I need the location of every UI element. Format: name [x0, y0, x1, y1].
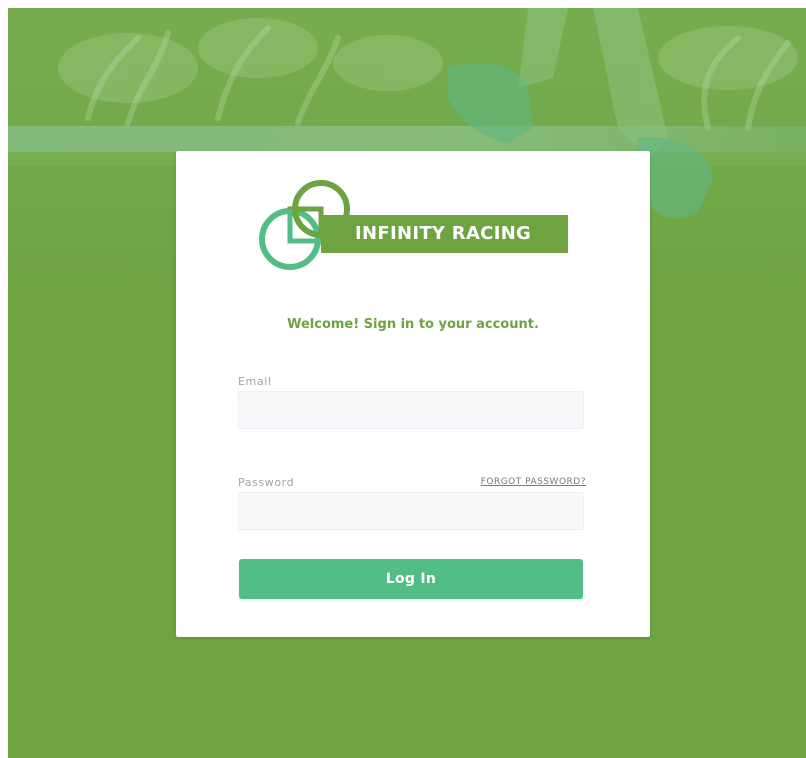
- logo-brand-name: INFINITY RACING: [355, 223, 532, 244]
- email-label: Email: [238, 375, 272, 388]
- login-card: INFINITY RACING Welcome! Sign in to your…: [176, 151, 650, 637]
- forgot-password-link[interactable]: FORGOT PASSWORD?: [481, 477, 586, 487]
- welcome-heading: Welcome! Sign in to your account.: [287, 317, 539, 332]
- email-field[interactable]: [238, 391, 584, 429]
- password-label: Password: [238, 476, 295, 489]
- password-field[interactable]: [238, 492, 584, 530]
- login-page: INFINITY RACING Welcome! Sign in to your…: [8, 8, 806, 758]
- login-button[interactable]: Log In: [239, 559, 583, 599]
